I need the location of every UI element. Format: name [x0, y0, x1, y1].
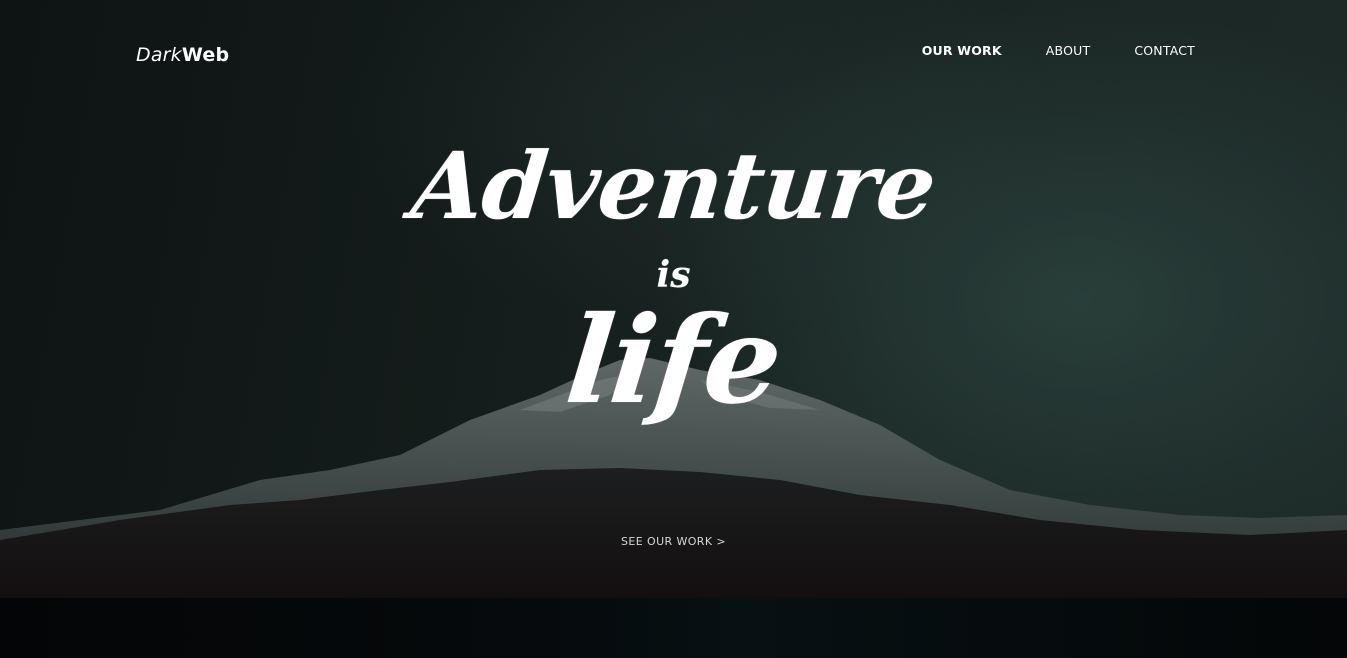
- hero-section: DarkWeb OUR WORK ABOUT CONTACT Adventure…: [0, 0, 1347, 598]
- site-logo[interactable]: DarkWeb: [136, 44, 229, 66]
- hero-title-line-3: life: [560, 290, 787, 431]
- nav-item-our-work[interactable]: OUR WORK: [922, 43, 1002, 58]
- main-navigation: OUR WORK ABOUT CONTACT: [922, 43, 1195, 58]
- nav-item-about[interactable]: ABOUT: [1046, 43, 1091, 58]
- nav-item-contact[interactable]: CONTACT: [1134, 43, 1195, 58]
- next-section-preview: [0, 598, 1347, 658]
- see-our-work-link[interactable]: SEE OUR WORK >: [621, 535, 726, 548]
- cta-container: SEE OUR WORK >: [0, 530, 1347, 549]
- hero-title-line-1: Adventure: [406, 132, 941, 240]
- logo-text-bold: Web: [181, 44, 230, 66]
- logo-text-light: Dark: [136, 44, 182, 66]
